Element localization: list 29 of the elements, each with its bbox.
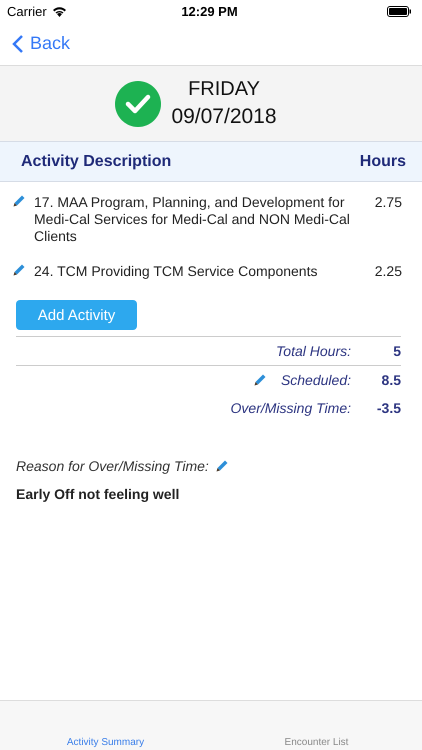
reason-text: Early Off not feeling well (16, 486, 180, 502)
battery-icon (387, 6, 412, 16)
total-value: 8.5 (380, 372, 401, 388)
date-label: 09/07/2018 (171, 105, 277, 129)
tab[interactable]: Encounter List (211, 737, 422, 750)
total-label: Scheduled: (280, 372, 351, 388)
carrier-label: Carrier (7, 4, 47, 18)
pencil-icon[interactable] (12, 263, 26, 277)
total-value: 5 (392, 343, 401, 359)
pencil-icon[interactable] (252, 373, 267, 387)
wifi-icon (52, 6, 67, 16)
activity-description: 24. TCM Providing TCM Service Components (34, 263, 318, 280)
total-label: Over/Missing Time: (230, 400, 351, 416)
column-header: Hours (360, 152, 406, 170)
activity-hours: 2.75 (374, 194, 402, 211)
activity-hours: 2.25 (374, 263, 402, 280)
reason-label: Reason for Over/Missing Time: (16, 458, 209, 474)
weekday-label: FRIDAY (188, 78, 260, 101)
back-button[interactable]: Back (12, 33, 70, 54)
activity-description: 17. MAA Program, Planning, and Development for Medi-Cal Services for Medi-Cal and NON Medi-Cal Clients (34, 194, 351, 245)
pencil-icon[interactable] (214, 459, 229, 473)
chevron-left-icon (12, 34, 24, 54)
total-value: -3.5 (376, 400, 401, 416)
total-label: Total Hours: (276, 343, 351, 359)
clock-time: 12:29 PM (181, 4, 238, 18)
add-activity-button[interactable]: Add Activity (16, 300, 137, 330)
tab[interactable]: Activity Summary (0, 737, 211, 750)
column-header: Activity Description (21, 152, 172, 170)
pencil-icon[interactable] (12, 194, 26, 208)
